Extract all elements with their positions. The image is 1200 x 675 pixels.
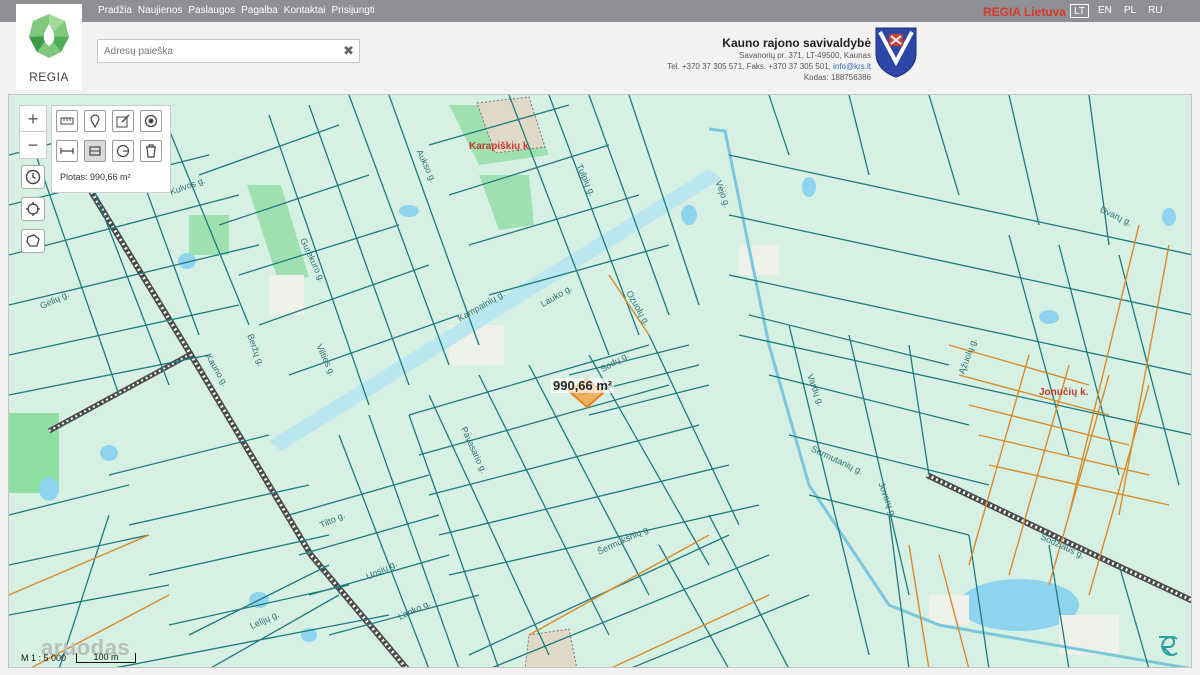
marker-tool-button[interactable] — [84, 110, 106, 132]
municipality-code: Kodas: 188756386 — [803, 73, 871, 82]
scale-bar: 100 m — [76, 653, 137, 663]
delete-tool-button[interactable] — [140, 140, 162, 162]
ruler-icon — [60, 117, 74, 125]
history-button[interactable] — [21, 165, 45, 189]
municipality-address: Savanorių pr. 371, LT-49500, Kaunas — [739, 51, 871, 60]
zoom-controls: + − — [19, 105, 47, 159]
municipality-name: Kauno rajono savivaldybė — [722, 36, 871, 50]
top-nav: Pradžia Naujienos Paslaugos Pagalba Kont… — [98, 5, 375, 16]
distance-tool-button[interactable] — [56, 140, 78, 162]
rc-logo-icon — [1159, 636, 1178, 656]
measure-distance-icon — [60, 148, 74, 154]
nav-item-login[interactable]: Prisijungti — [332, 5, 375, 16]
measure-radius-icon — [116, 144, 130, 158]
search-input[interactable] — [98, 40, 328, 62]
point-tool-button[interactable] — [140, 110, 162, 132]
trash-icon — [146, 144, 156, 158]
nav-item-home[interactable]: Pradžia — [98, 5, 132, 16]
measurement-label: 990,66 m² — [551, 378, 615, 393]
regia-logo-icon — [29, 14, 69, 58]
cadastral-map[interactable]: Karapiškių k. Jonučių k. Kulvos g. Aukso… — [8, 94, 1192, 668]
top-bar: Pradžia Naujienos Paslaugos Pagalba Kont… — [0, 0, 1200, 22]
area-readout: Plotas: 990,66 m² — [60, 172, 131, 182]
region-outline-icon — [26, 234, 40, 247]
regia-lietuva-link[interactable]: REGIA Lietuva — [983, 5, 1066, 19]
measure-tool-panel: Plotas: 990,66 m² — [51, 105, 171, 193]
crosshair-icon — [26, 202, 40, 216]
measure-area-icon — [89, 146, 101, 156]
lang-pl[interactable]: PL — [1121, 4, 1139, 18]
lang-ru[interactable]: RU — [1145, 4, 1165, 18]
municipality-phone: Tel. +370 37 305 571, Faks. +370 37 305 … — [667, 62, 834, 71]
municipality-contacts: Tel. +370 37 305 571, Faks. +370 37 305 … — [667, 61, 871, 72]
zoom-in-button[interactable]: + — [20, 106, 46, 132]
lang-en[interactable]: EN — [1095, 4, 1115, 18]
clear-icon[interactable]: ✖ — [343, 43, 354, 59]
logo-text: REGIA — [29, 70, 69, 84]
clock-icon — [25, 169, 41, 185]
target-icon — [144, 114, 158, 128]
language-switcher: LT EN PL RU — [1070, 4, 1166, 18]
map-scale: M 1 : 5 000 100 m — [21, 653, 137, 663]
river-road — [708, 127, 1191, 667]
region-button[interactable] — [21, 229, 45, 253]
municipality-email-link[interactable]: info@krs.lt — [833, 62, 871, 71]
village-label-karapiskiu: Karapiškių k. — [469, 141, 532, 152]
edit-icon — [116, 114, 130, 128]
ruler-tool-button[interactable] — [56, 110, 78, 132]
nav-item-contacts[interactable]: Kontaktai — [284, 5, 326, 16]
address-search: ✖ — [97, 39, 360, 63]
pin-icon — [90, 114, 100, 128]
locate-button[interactable] — [21, 197, 45, 221]
edit-tool-button[interactable] — [112, 110, 134, 132]
area-tool-button[interactable] — [84, 140, 106, 162]
lang-lt[interactable]: LT — [1070, 4, 1089, 18]
scale-ratio: M 1 : 5 000 — [21, 653, 67, 663]
municipality-info: Kauno rajono savivaldybė Savanorių pr. 3… — [667, 36, 871, 83]
nav-item-help[interactable]: Pagalba — [241, 5, 278, 16]
zoom-out-button[interactable]: − — [20, 132, 46, 158]
nav-item-news[interactable]: Naujienos — [138, 5, 182, 16]
radius-tool-button[interactable] — [112, 140, 134, 162]
regia-logo[interactable]: REGIA — [16, 4, 82, 90]
municipality-crest-icon — [875, 27, 917, 78]
village-label-jonuciu: Jonučių k. — [1039, 387, 1089, 398]
nav-item-services[interactable]: Paslaugos — [188, 5, 235, 16]
header: REGIA ✖ Kauno rajono savivaldybė Savanor… — [0, 4, 1200, 90]
